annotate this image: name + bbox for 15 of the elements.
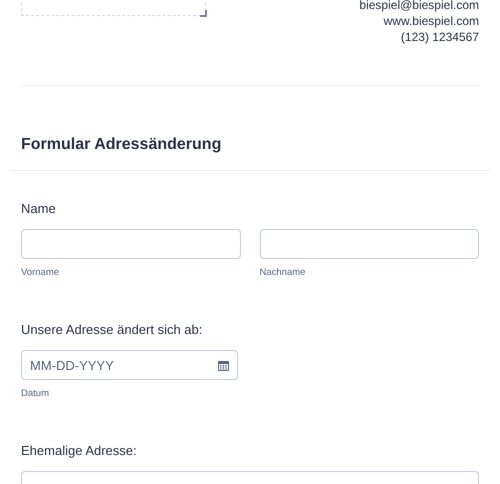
date-input[interactable]: MM-DD-YYYY — [21, 350, 238, 380]
field-label: Ehemalige Adresse: — [21, 442, 138, 460]
field-label: Unsere Adresse ändert sich ab: — [21, 321, 204, 339]
field-sublabel: Vorname — [21, 267, 60, 279]
contact-text: www.biespiel.com — [384, 14, 479, 29]
text-input[interactable] — [260, 229, 479, 259]
field-sublabel: Nachname — [260, 267, 306, 279]
field-sublabel: Datum — [21, 388, 49, 400]
field-label: Name — [21, 200, 57, 218]
contact-text: (123) 1234567 — [400, 30, 479, 45]
contact-text: biespiel@biespiel.com — [359, 0, 479, 13]
calendar-icon[interactable] — [218, 360, 229, 371]
resize-handle-icon[interactable] — [200, 10, 207, 17]
form-title: Formular Adressänderung — [21, 135, 222, 155]
text-input[interactable] — [21, 229, 240, 259]
